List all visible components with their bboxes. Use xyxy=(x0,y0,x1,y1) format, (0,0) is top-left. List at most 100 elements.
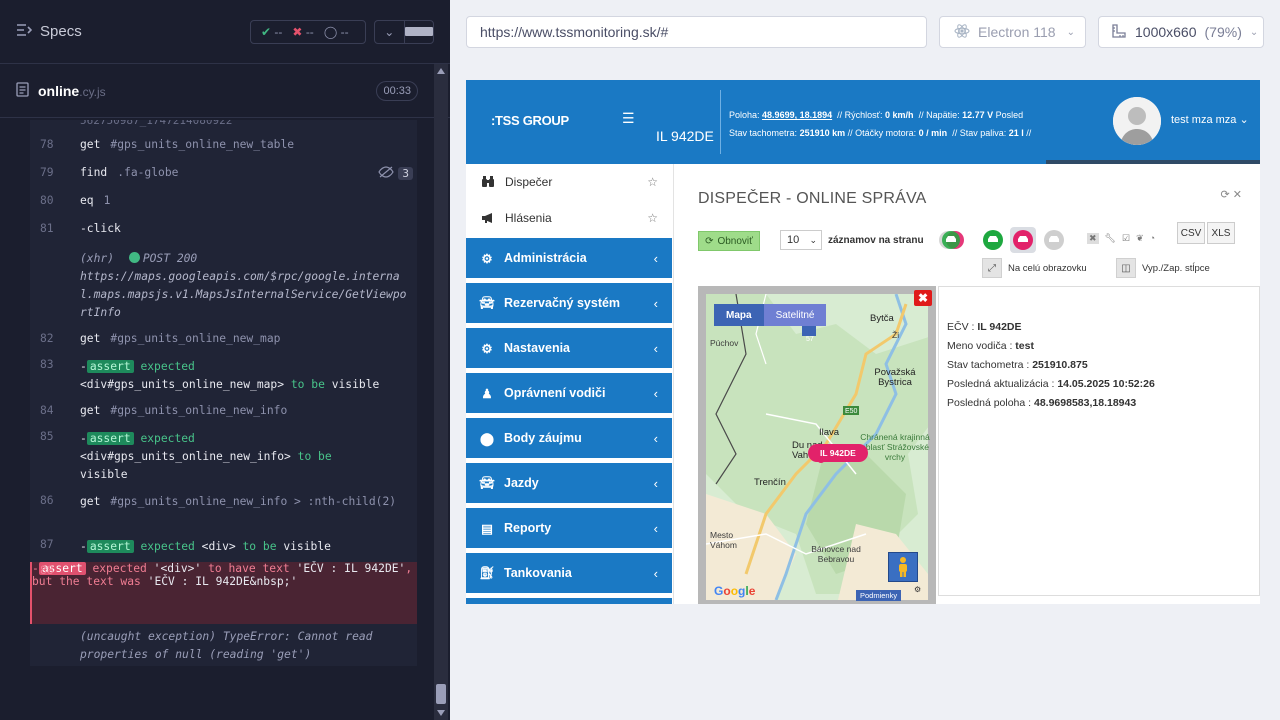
fuel-value: 21 l xyxy=(1008,128,1024,138)
sidebar-item-label: Body záujmu xyxy=(504,431,582,445)
sidebar-item-label: Dispečer xyxy=(505,175,553,189)
close-map-button[interactable]: ✖ xyxy=(914,290,932,306)
filter-moving-cars-button[interactable] xyxy=(980,227,1006,253)
sidebar-item-opravneni-vodici[interactable]: ♟ Oprávnení vodiči ‹ xyxy=(466,373,672,413)
viewport-selector[interactable]: 1000x660 (79%) ⌄ xyxy=(1098,16,1264,48)
per-page-label: záznamov na stranu xyxy=(828,234,924,246)
sidebar-item-administracia[interactable]: ⚙ Administrácia ‹ xyxy=(466,238,672,278)
position-value[interactable]: 48.9699, 18.1894 xyxy=(762,110,832,120)
map-label-town: Bytča xyxy=(870,313,894,324)
close-small-icon[interactable]: ✖ xyxy=(1087,233,1099,244)
map-road-label: 57 xyxy=(806,336,814,343)
columns-icon: ◫ xyxy=(1116,258,1136,278)
sidebar-item-tankovania[interactable]: ⛽︎ Tankovania ‹ xyxy=(466,553,672,593)
info-last-update: Posledná aktualizácia : 14.05.2025 10:52… xyxy=(947,378,1155,390)
dashboard-icon[interactable]: ◔ xyxy=(1150,233,1155,244)
leaf-icon[interactable]: ❦ xyxy=(1136,233,1144,244)
specs-list-icon xyxy=(16,23,33,41)
reporter-header: Specs ✔ -- ✖ -- ◯ -- ⌄ xyxy=(0,0,450,64)
command-arg: #gps_units_online_new_map xyxy=(110,332,281,345)
sidebar-item-reporty[interactable]: ▤ Reporty ‹ xyxy=(466,508,672,548)
command-log: 562750987_1747214080922 78 get #gps_units… xyxy=(30,120,417,666)
cut-text: 562750987_1747214080922 xyxy=(80,120,233,127)
command-name: eq xyxy=(80,194,94,207)
sidebar-item-label: Reporty xyxy=(504,521,552,535)
app-sidebar: Dispečer ☆ Hlásenia ☆ ⚙ Administrácia ‹ 🚘︎… xyxy=(466,164,672,604)
gps-map-container: Mapa Satelitné Bytča Ži Púchov Považská … xyxy=(698,286,936,604)
per-page-select[interactable]: 10 ⌄ xyxy=(780,230,822,250)
expand-icon: ⤢ xyxy=(982,258,1002,278)
vehicle-marker[interactable]: IL 942DE xyxy=(808,444,868,462)
assert-expect: 'EČV : IL 942DE' xyxy=(296,562,406,575)
map-settings-icon[interactable]: ⚙ xyxy=(914,585,921,594)
gear-icon: ⚙ xyxy=(481,341,493,356)
sidebar-item-rezervacny-system[interactable]: 🚘︎ Rezervačný systém ‹ xyxy=(466,283,672,323)
tacho-value: 251910 km xyxy=(799,128,846,138)
spec-duration: 00:33 xyxy=(376,80,418,101)
hamburger-menu-icon[interactable]: ☰ xyxy=(622,110,635,127)
star-icon[interactable]: ☆ xyxy=(647,175,658,189)
sidebar-item-jazdy[interactable]: 🚘︎ Jazdy ‹ xyxy=(466,463,672,503)
refresh-label: Obnoviť xyxy=(717,235,753,247)
xls-export-button[interactable]: XLS xyxy=(1207,222,1235,244)
chevron-left-icon: ‹ xyxy=(653,295,658,311)
map-type-satellite-button[interactable]: Satelitné xyxy=(763,304,827,326)
assert-verb: to have text xyxy=(208,562,290,575)
command-number: 85 xyxy=(40,430,54,443)
reporter-scrollbar[interactable] xyxy=(434,64,448,720)
google-map[interactable]: Mapa Satelitné Bytča Ži Púchov Považská … xyxy=(706,294,930,601)
map-type-map-button[interactable]: Mapa xyxy=(714,304,764,326)
person-icon: ♟ xyxy=(481,386,493,401)
hidden-elements-badge: 3 xyxy=(378,166,413,181)
spec-file-row[interactable]: online.cy.js 00:33 xyxy=(0,64,450,118)
chevron-down-icon[interactable]: ⌄ xyxy=(375,21,404,43)
close-icon[interactable]: ✕ xyxy=(1233,189,1242,201)
user-menu[interactable]: test mza mza ⌄ xyxy=(1171,113,1249,126)
browser-selector[interactable]: Electron 118 ⌄ xyxy=(939,16,1086,48)
assert-expect: visible xyxy=(283,540,331,553)
specs-toggle[interactable]: Specs xyxy=(16,23,82,41)
assert-expect: visible xyxy=(331,378,380,391)
filter-offline-cars-button[interactable] xyxy=(1041,227,1067,253)
map-label-city: Považská Bystrica xyxy=(874,367,916,388)
star-icon[interactable]: ☆ xyxy=(647,211,658,225)
command-name: get xyxy=(80,404,101,417)
brand-logo[interactable]: :TSS GROUP xyxy=(491,113,569,128)
map-terms-link[interactable]: Podmienky xyxy=(856,590,902,601)
status-dot-icon xyxy=(128,252,140,263)
gps-info-panel: EČV : IL 942DE Meno vodiča : test Stav t… xyxy=(938,286,1260,596)
scroll-thumb[interactable] xyxy=(436,684,446,704)
user-avatar[interactable] xyxy=(1113,97,1161,145)
assert-text: expected xyxy=(140,540,195,553)
command-arg: #gps_units_online_new_table xyxy=(110,138,295,151)
scroll-down-icon[interactable] xyxy=(437,710,445,716)
sidebar-item-dispecer[interactable]: Dispečer ☆ xyxy=(466,164,672,200)
filter-stopped-cars-button[interactable] xyxy=(1010,227,1036,253)
command-name: get xyxy=(80,495,101,508)
chevron-left-icon: ‹ xyxy=(653,520,658,536)
columns-toggle-button[interactable]: ◫ Vyp./Zap. stĺpce xyxy=(1116,258,1210,278)
sidebar-item-more[interactable] xyxy=(466,598,672,604)
check-square-icon[interactable]: ☑ xyxy=(1122,233,1130,244)
csv-export-button[interactable]: CSV xyxy=(1177,222,1205,244)
sidebar-item-nastavenia[interactable]: ⚙ Nastavenia ‹ xyxy=(466,328,672,368)
filter-all-cars-button[interactable] xyxy=(938,227,964,253)
sidebar-item-body-zaujmu[interactable]: ⬤ Body záujmu ‹ xyxy=(466,418,672,458)
wrench-icon[interactable]: 🔧︎ xyxy=(1105,233,1116,244)
command-name: find xyxy=(80,166,108,179)
sidebar-item-label: Jazdy xyxy=(504,476,539,490)
refresh-button[interactable]: ⟳ Obnoviť xyxy=(698,231,760,251)
telemetry-bar: Poloha: 48.9699, 18.1894 // Rýchlosť: 0 … xyxy=(729,110,1032,138)
failed-command-row[interactable]: 88 - assert expected '<div>' to have text… xyxy=(30,562,417,624)
google-logo[interactable]: Google xyxy=(714,584,755,598)
refresh-icon[interactable]: ⟳ xyxy=(1221,189,1230,201)
page-title: DISPEČER - ONLINE SPRÁVA xyxy=(698,190,927,207)
car-icon: 🚘︎ xyxy=(479,295,495,310)
fullscreen-button[interactable]: ⤢ Na celú obrazovku xyxy=(982,258,1087,278)
url-bar[interactable]: https://www.tssmonitoring.sk/# xyxy=(466,16,927,48)
scroll-up-icon[interactable] xyxy=(437,68,445,74)
stop-button[interactable] xyxy=(403,20,433,43)
sidebar-item-hlasenia[interactable]: Hlásenia ☆ xyxy=(466,200,672,236)
chevron-left-icon: ‹ xyxy=(653,385,658,401)
street-view-pegman-icon[interactable] xyxy=(888,552,918,582)
